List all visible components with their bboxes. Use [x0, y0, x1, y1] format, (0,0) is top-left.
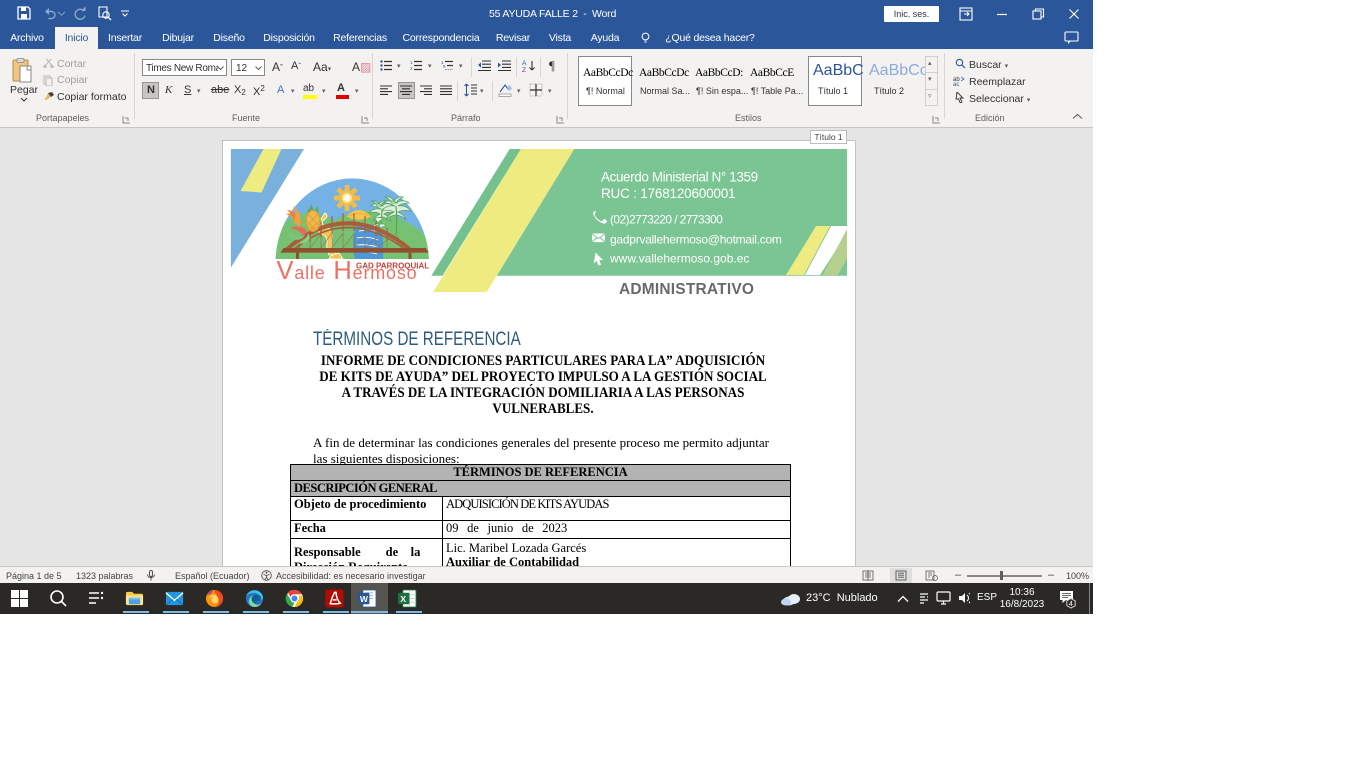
svg-text:www.vallehermoso.gob.ec: www.vallehermoso.gob.ec [609, 252, 749, 266]
svg-text:2: 2 [410, 66, 413, 71]
svg-text:Z: Z [522, 67, 526, 72]
svg-text:1: 1 [410, 60, 413, 65]
svg-text:gadprvallehermoso@hotmail.com: gadprvallehermoso@hotmail.com [610, 233, 782, 247]
svg-text:Acuerdo Ministerial N° 1359: Acuerdo Ministerial N° 1359 [601, 169, 758, 184]
svg-text:ac: ac [953, 82, 959, 86]
svg-text:(02)2773220 / 2773300: (02)2773220 / 2773300 [610, 213, 723, 227]
svg-text:4: 4 [1069, 599, 1073, 608]
svg-text:a: a [443, 64, 446, 69]
svg-text:W: W [360, 594, 369, 604]
svg-text:X: X [400, 594, 406, 604]
svg-text:RUC : 1768120600001: RUC : 1768120600001 [601, 186, 735, 201]
svg-text:A: A [522, 60, 527, 67]
